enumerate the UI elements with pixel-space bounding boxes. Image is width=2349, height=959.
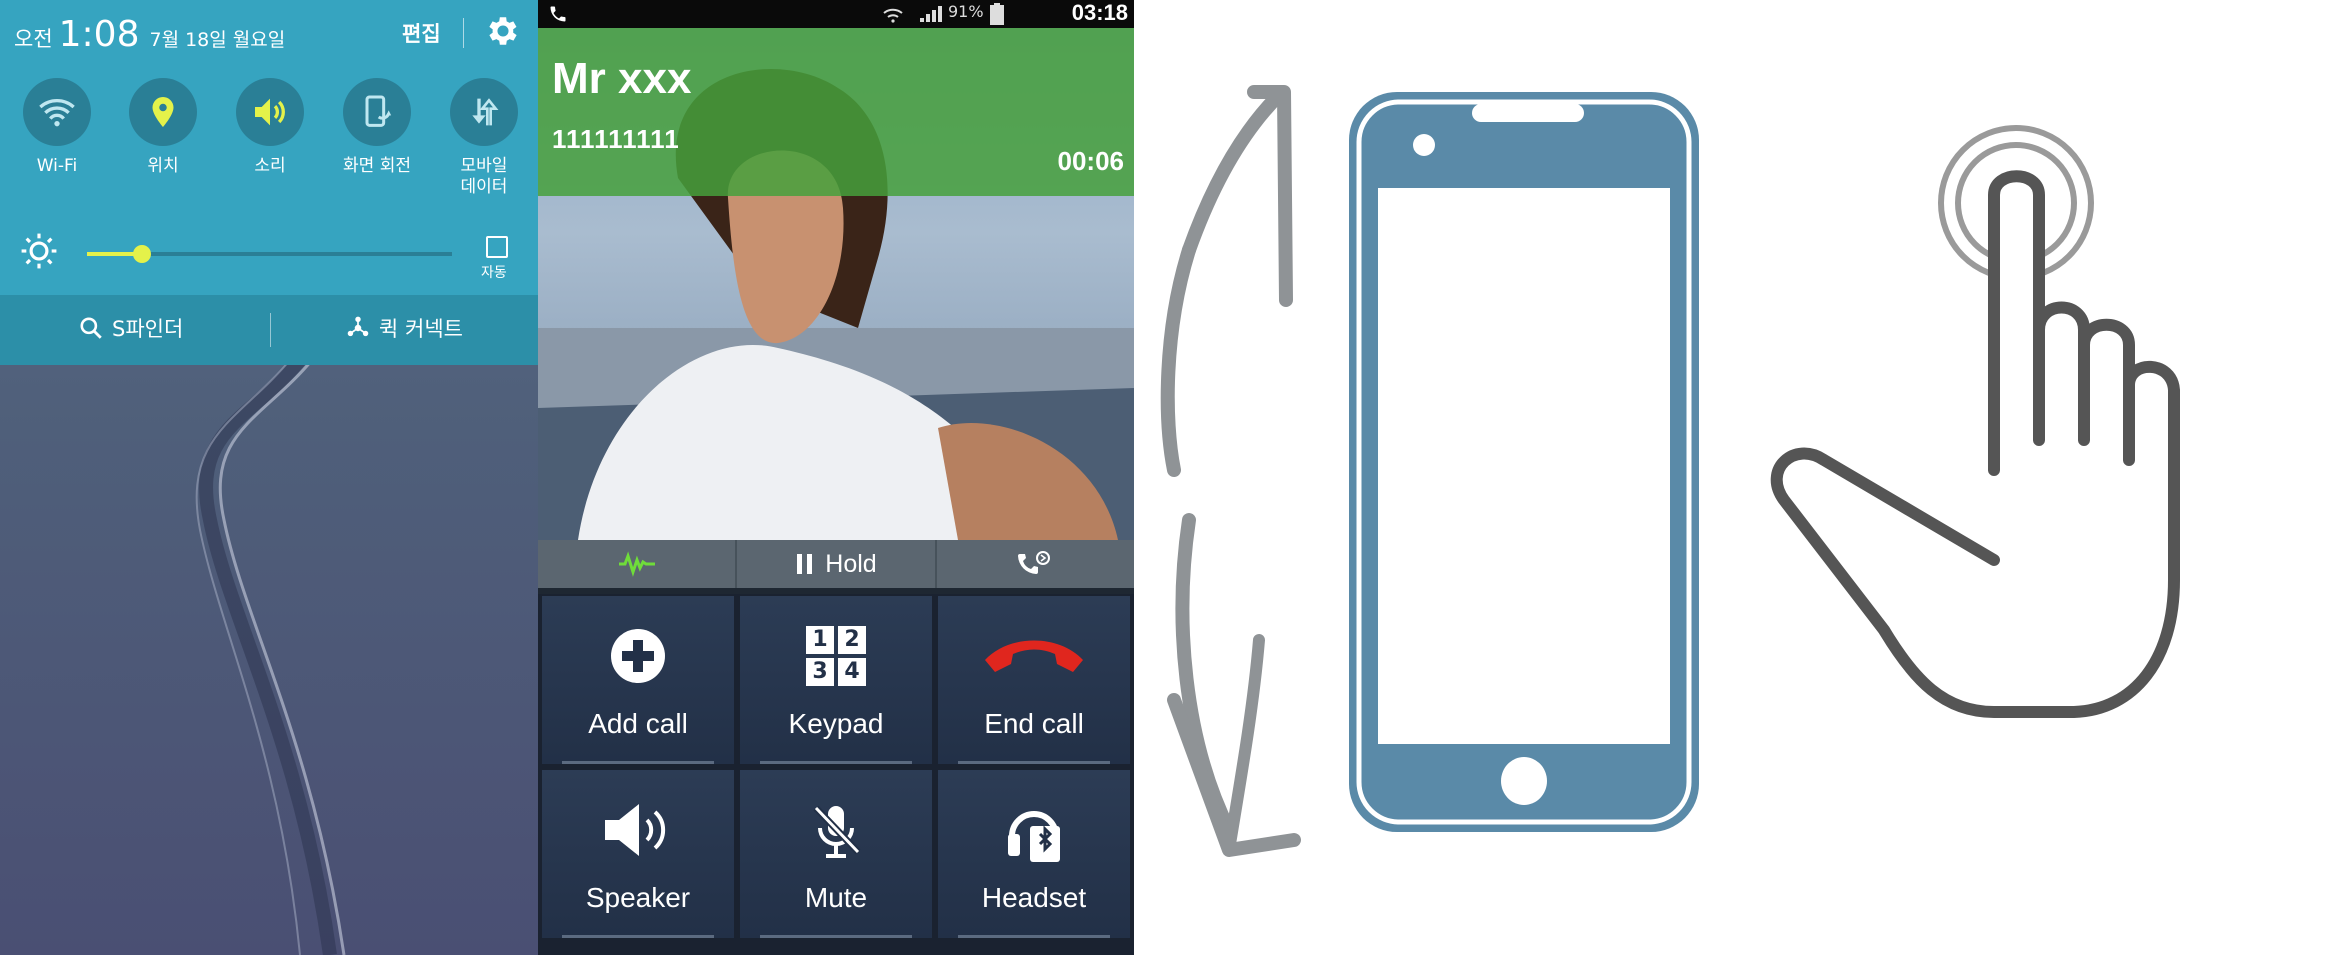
add-call-icon xyxy=(611,629,665,683)
speaker-label: Speaker xyxy=(585,882,691,913)
wallpaper-curve xyxy=(195,360,346,955)
keypad-digit: 4 xyxy=(838,658,866,686)
speaker-icon xyxy=(605,804,666,856)
brightness-icon xyxy=(21,233,57,269)
button-underline xyxy=(958,935,1110,938)
contact-name: Mr xxx xyxy=(552,54,692,103)
tile-sound[interactable]: 소리 xyxy=(222,78,318,177)
keypad-label: Keypad xyxy=(788,708,884,739)
voice-equalizer-button[interactable] xyxy=(538,540,738,588)
keypad-digit: 1 xyxy=(806,626,834,654)
button-underline xyxy=(760,761,912,764)
call-action-bar: Hold xyxy=(538,540,1134,588)
phone-icon xyxy=(550,6,566,22)
quick-settings-footer: S파인더 퀵 커넥트 xyxy=(0,295,538,365)
mute-button[interactable]: Mute xyxy=(740,770,932,938)
quick-settings-header: 오전 1:08 7월 18일 월요일 편집 Wi-Fi 위치 소리 화면 회전 … xyxy=(0,0,538,295)
auto-brightness-label: 자동 xyxy=(481,265,507,281)
button-underline xyxy=(958,761,1110,764)
gear-icon[interactable] xyxy=(484,12,522,50)
tile-label: Wi-Fi xyxy=(36,156,78,176)
mute-icon xyxy=(813,805,861,858)
status-bar: 91% 03:18 xyxy=(538,0,1134,28)
tile-location[interactable]: 위치 xyxy=(115,78,211,177)
wifi-icon xyxy=(883,8,903,23)
keypad-digit: 2 xyxy=(838,626,866,654)
tile-label: 모바일 데이터 xyxy=(460,156,508,197)
button-underline xyxy=(760,935,912,938)
quick-connect-button[interactable]: 퀵 커넥트 xyxy=(345,313,463,343)
end-call-icon xyxy=(985,640,1083,672)
call-duration: 00:06 xyxy=(1057,146,1125,176)
add-call-button[interactable]: Add call xyxy=(542,596,734,764)
end-call-label: End call xyxy=(984,708,1084,739)
tile-label: 화면 회전 xyxy=(343,156,411,176)
battery-percent: 91% xyxy=(948,2,984,21)
quick-connect-label: 퀵 커넥트 xyxy=(379,317,463,341)
add-call-label: Add call xyxy=(588,708,688,739)
contact-number: 111111111 xyxy=(552,124,680,154)
s-finder-button[interactable]: S파인더 xyxy=(78,313,183,343)
hold-label: Hold xyxy=(825,549,877,578)
quick-settings-panel: 오전 1:08 7월 18일 월요일 편집 Wi-Fi 위치 소리 화면 회전 … xyxy=(0,0,538,955)
signal-icon xyxy=(920,6,942,22)
clock: 오전 1:08 7월 18일 월요일 xyxy=(14,14,285,58)
headset-icon xyxy=(1008,811,1060,862)
keypad-icon: 1 2 3 4 xyxy=(740,626,932,686)
tile-wifi[interactable]: Wi-Fi xyxy=(9,78,105,177)
hold-button[interactable]: Hold xyxy=(737,540,937,588)
brightness-slider[interactable] xyxy=(87,245,452,263)
tap-illustration xyxy=(1754,0,2349,955)
tile-screen-rotation[interactable]: 화면 회전 xyxy=(329,78,425,177)
ampm-label: 오전 xyxy=(14,27,53,51)
divider xyxy=(463,18,464,48)
quick-connect-icon xyxy=(347,316,369,337)
button-underline xyxy=(562,935,714,938)
keypad-digit: 3 xyxy=(806,658,834,686)
battery-icon xyxy=(990,3,1004,25)
screen-rotation-icon xyxy=(343,78,411,146)
headset-button[interactable]: Headset xyxy=(938,770,1130,938)
time-label: 1:08 xyxy=(58,14,140,55)
phone-rotate-icon xyxy=(1160,85,1699,857)
auto-brightness-checkbox[interactable] xyxy=(486,236,508,258)
button-underline xyxy=(562,761,714,764)
s-finder-label: S파인더 xyxy=(112,317,184,341)
voice-wave-icon xyxy=(618,551,655,577)
search-icon xyxy=(80,317,102,339)
call-transfer-icon xyxy=(1018,551,1051,574)
headset-label: Headset xyxy=(981,882,1087,913)
call-screen: 91% 03:18 Mr xxx 111111111 00:06 Hold Ad… xyxy=(538,0,1134,955)
divider xyxy=(270,313,271,347)
tile-label: 위치 xyxy=(147,156,179,176)
call-controls: Add call 1 2 3 4 Keypad End call Speaker xyxy=(538,594,1134,955)
location-icon xyxy=(129,78,197,146)
bluetooth-call-button[interactable] xyxy=(937,540,1134,588)
tile-label: 소리 xyxy=(254,156,286,176)
wifi-icon xyxy=(23,78,91,146)
pause-icon xyxy=(797,554,813,574)
tile-mobile-data[interactable]: 모바일 데이터 xyxy=(436,78,532,198)
finger-tap-icon xyxy=(1770,125,2180,718)
mobile-data-icon xyxy=(450,78,518,146)
volume-icon xyxy=(236,78,304,146)
brightness-knob[interactable] xyxy=(132,245,151,263)
edit-button[interactable]: 편집 xyxy=(402,18,441,48)
keypad-button[interactable]: 1 2 3 4 Keypad xyxy=(740,596,932,764)
speaker-button[interactable]: Speaker xyxy=(542,770,734,938)
status-time: 03:18 xyxy=(1071,0,1128,25)
end-call-button[interactable]: End call xyxy=(938,596,1130,764)
rotate-illustration xyxy=(1134,0,1754,955)
mute-label: Mute xyxy=(804,882,868,913)
date-label: 7월 18일 월요일 xyxy=(149,29,286,51)
